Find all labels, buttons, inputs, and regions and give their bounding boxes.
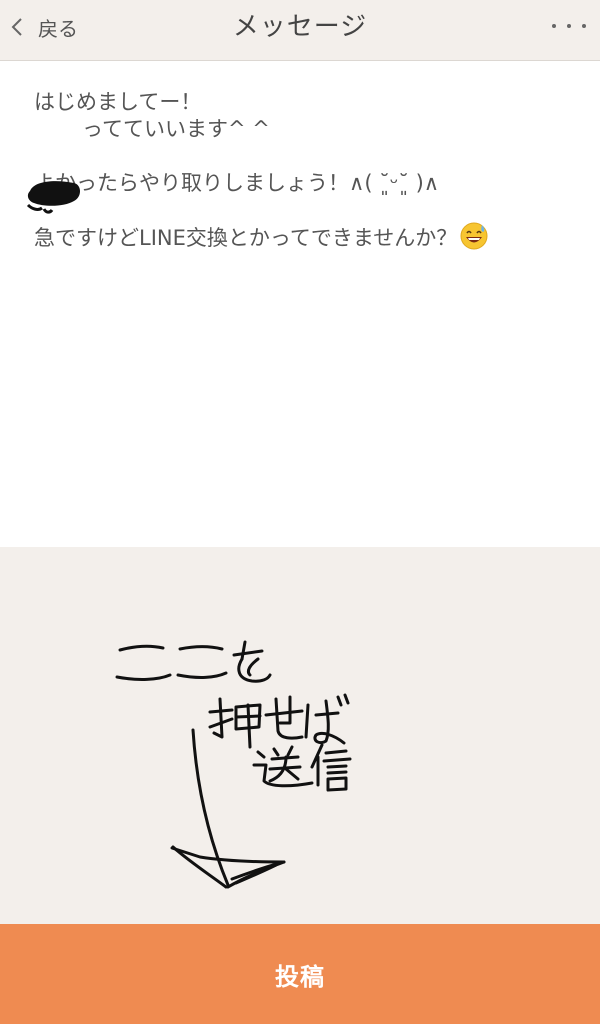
message-line-text: 急ですけどLINE交換とかってできませんか？: [34, 226, 458, 250]
message-screen: 戻る メッセージ はじめましてー！ ってていいます^ ^ よかったらやり取りしま…: [0, 0, 600, 1024]
more-dot: [582, 24, 586, 28]
message-text: はじめましてー！ ってていいます^ ^ よかったらやり取りしましょう！∧( ˘͈…: [34, 89, 574, 258]
page-title: メッセージ: [232, 12, 368, 42]
grinning-face-with-sweat-icon: [459, 221, 489, 258]
handwritten-annotation: [115, 640, 352, 889]
navigation-bar: 戻る メッセージ: [0, 0, 600, 61]
more-horizontal-icon: [552, 24, 556, 28]
post-button[interactable]: 投稿: [0, 924, 600, 1024]
message-line-text: ってていいます^ ^: [82, 117, 270, 141]
message-line: よかったらやり取りしましょう！∧( ˘͈ᵕ˘͈ )∧: [34, 171, 440, 195]
message-body: はじめましてー！ ってていいます^ ^ よかったらやり取りしましょう！∧( ˘͈…: [0, 61, 600, 547]
more-dot: [567, 24, 571, 28]
message-line: はじめましてー！: [34, 90, 202, 114]
redaction-scribble: [24, 175, 84, 217]
post-button-label: 投稿: [275, 962, 325, 991]
message-line: 急ですけどLINE交換とかってできませんか？: [34, 221, 574, 258]
draft-area: [0, 547, 600, 924]
message-line: ってていいます^ ^: [34, 116, 574, 143]
more-button[interactable]: [552, 14, 586, 38]
